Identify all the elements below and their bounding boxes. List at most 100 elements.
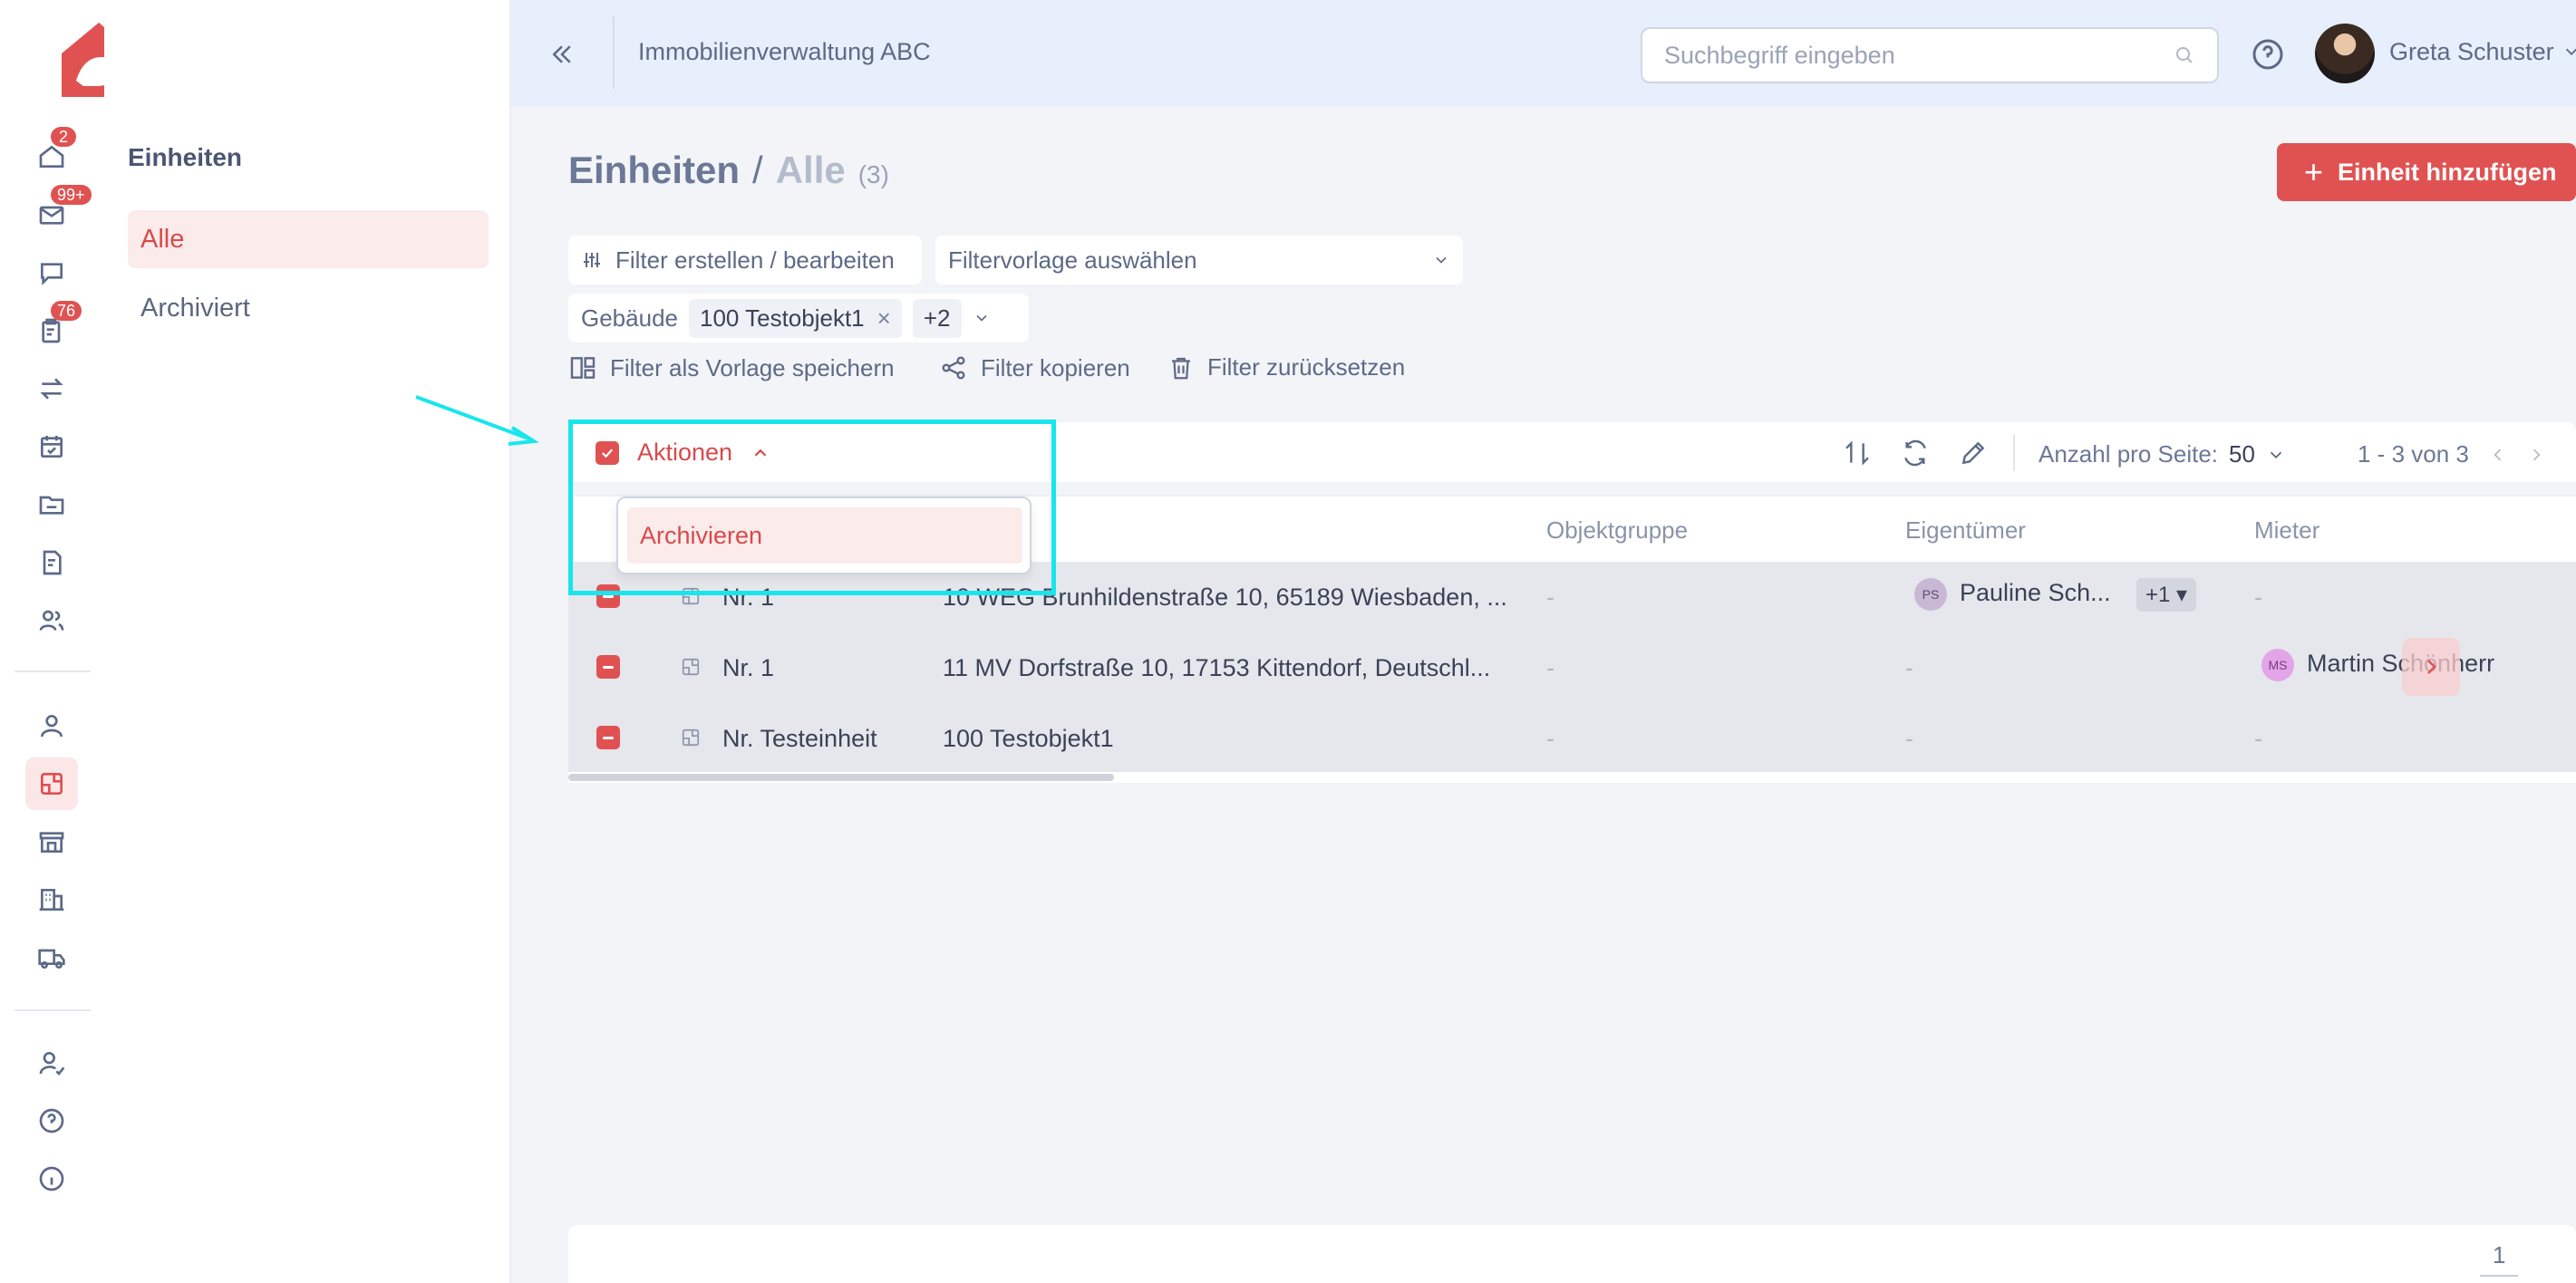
user-check-icon (39, 1052, 65, 1076)
rail-transfers[interactable] (25, 362, 78, 415)
rail-shop[interactable] (25, 815, 78, 868)
tenant: - (2254, 725, 2262, 752)
search-input[interactable] (1664, 41, 2172, 70)
reset-filter-button[interactable]: Filter zurücksetzen (1167, 353, 1405, 381)
filter-template-label: Filtervorlage auswählen (948, 246, 1197, 274)
caret-down-icon: ▾ (2176, 583, 2188, 607)
unit-icon (682, 728, 700, 747)
bottom-page-number[interactable]: 1 (2480, 1241, 2519, 1277)
unit-number[interactable]: Nr. Testeinheit (722, 725, 877, 753)
transfer-arrows-icon (40, 378, 63, 400)
rail-person[interactable] (25, 699, 78, 752)
owner[interactable]: PS Pauline Sch... (1914, 578, 2111, 611)
company-name[interactable]: Immobilienverwaltung ABC (638, 38, 931, 66)
rail-user-settings[interactable] (25, 1037, 78, 1089)
more-owners-badge[interactable]: +1 ▾ (2136, 578, 2197, 612)
object-address[interactable]: 100 Testobjekt1 (943, 725, 1114, 753)
rail-billing[interactable] (25, 536, 78, 589)
row-checkbox[interactable] (596, 726, 620, 749)
building-filter[interactable]: Gebäude 100 Testobjekt1 × +2 (568, 294, 1029, 342)
building-filter-label: Gebäude (581, 304, 678, 332)
rail-home[interactable]: 2 (25, 127, 78, 183)
person-icon (41, 715, 63, 738)
chevron-down-icon[interactable] (973, 309, 991, 327)
unit-number[interactable]: Nr. 1 (722, 654, 774, 682)
search-box[interactable] (1641, 27, 2219, 83)
object-group: - (1546, 654, 1554, 681)
per-page-value: 50 (2229, 440, 2255, 468)
rail-documents[interactable] (25, 478, 78, 531)
row-checkbox[interactable] (596, 655, 620, 679)
info-circle-icon (39, 1166, 64, 1191)
building-tag-label: 100 Testobjekt1 (699, 304, 865, 332)
sub-sidebar-item-alle[interactable]: Alle (128, 210, 489, 268)
object-address[interactable]: 11 MV Dorfstraße 10, 17153 Kittendorf, D… (943, 654, 1490, 682)
horizontal-scrollbar[interactable] (568, 772, 2576, 783)
app-root: idwell 2 99+ 76 (0, 0, 2576, 1283)
user-name[interactable]: Greta Schuster (2389, 38, 2554, 66)
store-icon (39, 832, 64, 853)
table-row[interactable]: Nr. Testeinheit 100 Testobjekt1 - - - (568, 703, 2576, 774)
remove-tag-icon[interactable]: × (877, 304, 891, 333)
user-avatar[interactable] (2315, 24, 2375, 83)
filter-template-select[interactable]: Filtervorlage auswählen (935, 236, 1463, 285)
calendar-icon (41, 436, 63, 458)
scroll-right-button[interactable] (2402, 638, 2460, 696)
chevron-right-icon[interactable] (2527, 446, 2545, 464)
sort-icon[interactable] (1843, 439, 1872, 468)
rail-chat[interactable] (25, 246, 78, 299)
toolbar-divider (2013, 435, 2015, 471)
save-filter-template-button[interactable]: Filter als Vorlage speichern (568, 353, 895, 382)
per-page-select[interactable]: Anzahl pro Seite: 50 (2039, 440, 2286, 468)
pagination-info: 1 - 3 von 3 (2358, 440, 2469, 468)
rail-units[interactable] (25, 757, 78, 810)
chevron-down-icon[interactable] (2561, 42, 2576, 62)
scrollbar-thumb[interactable] (568, 774, 1114, 781)
filter-edit-button[interactable]: Filter erstellen / bearbeiten (568, 236, 922, 285)
building-more-tag[interactable]: +2 (912, 298, 962, 338)
rail-mail[interactable]: 99+ (25, 185, 92, 241)
icon-rail: idwell 2 99+ 76 (0, 0, 373, 1283)
refresh-icon[interactable] (1901, 439, 1930, 468)
chevron-left-icon[interactable] (2489, 446, 2507, 464)
unit-icon (41, 773, 63, 795)
question-circle-icon (39, 1108, 64, 1133)
edit-pencil-icon[interactable] (1959, 439, 1988, 468)
building-tag[interactable]: 100 Testobjekt1 × (688, 298, 902, 338)
sub-sidebar-title: Einheiten (128, 143, 243, 171)
invoice-icon (43, 550, 62, 575)
copy-filter-button[interactable]: Filter kopieren (939, 353, 1130, 382)
people-icon (39, 610, 64, 632)
sub-sidebar-item-label: Archiviert (140, 293, 250, 323)
column-header-mieter[interactable]: Mieter (2254, 516, 2319, 545)
collapse-sidebar-button[interactable] (544, 36, 580, 72)
rail-vehicles[interactable] (25, 931, 78, 984)
owner: - (1905, 725, 1913, 752)
tenant: - (2254, 584, 2262, 611)
page-title: Einheiten / Alle (3) (568, 149, 889, 192)
pagination: 1 - 3 von 3 (2358, 440, 2545, 468)
column-header-eigentuemer[interactable]: Eigentümer (1905, 516, 2026, 545)
page-count: (3) (857, 160, 889, 188)
annotation-arrow-icon (415, 395, 539, 446)
rail-divider (15, 1009, 91, 1011)
search-icon[interactable] (2174, 44, 2195, 66)
rail-help[interactable] (25, 1095, 78, 1147)
share-icon (942, 356, 965, 380)
table-row[interactable]: Nr. 1 11 MV Dorfstraße 10, 17153 Kittend… (568, 632, 2576, 703)
sub-sidebar-item-archiviert[interactable]: Archiviert (128, 279, 489, 337)
rail-info[interactable] (25, 1153, 78, 1205)
add-unit-button[interactable]: + Einheit hinzufügen (2277, 143, 2576, 201)
owner-name: Pauline Sch... (1960, 579, 2111, 607)
page-title-main: Einheiten (568, 149, 741, 191)
column-header-objektgruppe[interactable]: Objektgruppe (1546, 516, 1688, 545)
help-icon[interactable] (2250, 36, 2286, 72)
rail-contacts[interactable] (25, 594, 78, 647)
object-group: - (1546, 725, 1554, 752)
rail-tasks[interactable]: 76 (25, 301, 82, 357)
truck-icon (38, 949, 65, 969)
owner-avatar: PS (1914, 578, 1947, 611)
rail-buildings[interactable] (25, 873, 78, 926)
rail-calendar[interactable] (25, 420, 78, 473)
chat-icon (41, 263, 63, 285)
